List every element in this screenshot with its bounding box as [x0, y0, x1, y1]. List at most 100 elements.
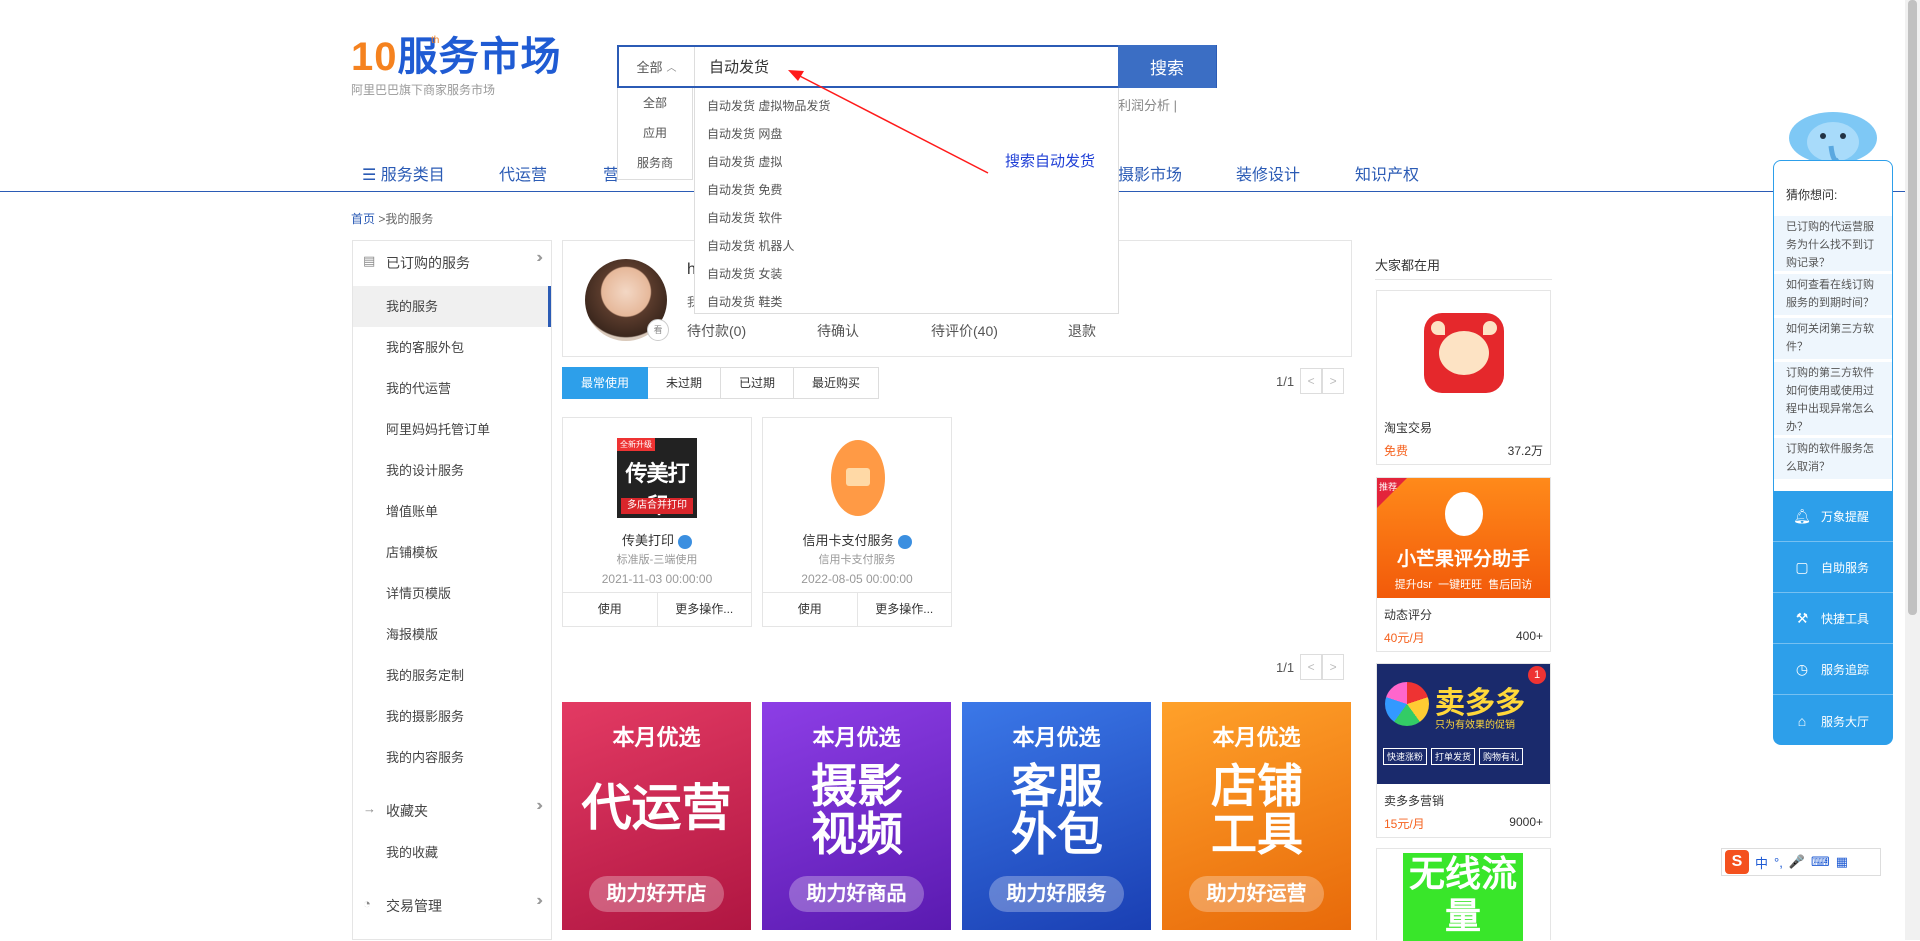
pager-prev-button[interactable]: < [1300, 368, 1323, 394]
promo-main: 店铺工具 [1211, 760, 1303, 861]
category-option[interactable]: 全部 [618, 88, 692, 118]
promo-banner[interactable]: 本月优选 代运营 助力好开店 [562, 702, 751, 930]
nav-item[interactable]: 摄影市场 [1118, 161, 1182, 185]
pager-next-button[interactable]: > [1322, 654, 1345, 680]
sidebar-item[interactable]: 我的代运营 [353, 368, 551, 409]
suggestion-item[interactable]: 自动发货 鞋类 [695, 288, 1118, 316]
banner-tag: 购物有礼 [1479, 748, 1524, 765]
sidebar-item[interactable]: 海报模版 [353, 614, 551, 655]
keyboard-icon[interactable]: ⌨ [1811, 854, 1830, 870]
microphone-icon[interactable]: 🎤 [1789, 854, 1805, 870]
nav-item[interactable]: 知识产权 [1355, 161, 1419, 185]
sidebar-item[interactable]: 店铺模板 [353, 532, 551, 573]
elephant-mascot-icon[interactable] [1787, 102, 1879, 164]
search-category-select[interactable]: 全部 ︿ [619, 47, 695, 86]
promo-banner[interactable]: 本月优选 客服外包 助力好服务 [962, 702, 1151, 930]
promo-main: 客服外包 [1011, 760, 1103, 861]
sogou-logo-icon[interactable]: S [1725, 850, 1749, 874]
banner-tag: 快速涨粉 [1383, 748, 1428, 765]
promo-foot: 助力好服务 [989, 876, 1124, 912]
chat-icon[interactable] [678, 534, 692, 549]
sidebar-item[interactable]: 我的设计服务 [353, 450, 551, 491]
scrollbar-thumb[interactable] [1908, 0, 1917, 615]
hot-search-links[interactable]: 利润分析 | [1118, 95, 1177, 114]
sidebar-item-my-services[interactable]: 我的服务 [353, 286, 551, 327]
stat-refund[interactable]: 退款 [1068, 321, 1096, 341]
sidebar-section-trade[interactable]: ◔ 交易管理 ›› [353, 884, 551, 924]
sidebar-section-subscribed[interactable]: ▤ 已订购的服务 ›› [353, 241, 551, 281]
punctuation-icon[interactable]: °, [1774, 855, 1783, 870]
sidebar-item[interactable]: 阿里妈妈托管订单 [353, 409, 551, 450]
faq-question[interactable]: 订购的软件服务怎么取消？ [1774, 437, 1892, 479]
use-button[interactable]: 使用 [563, 593, 658, 626]
grid-icon[interactable]: ▦ [1836, 854, 1848, 870]
avatar-badge: 看 [647, 319, 669, 341]
sidebar-item[interactable]: 增值账单 [353, 491, 551, 532]
site-logo[interactable]: 10服务市场 th 阿里巴巴旗下商家服务市场 [351, 35, 561, 107]
search-button[interactable]: 搜索 [1118, 45, 1216, 88]
category-option[interactable]: 应用 [618, 118, 692, 148]
nav-item[interactable]: 装修设计 [1236, 161, 1300, 185]
faq-question[interactable]: 如何查看在线订购服务的到期时间？ [1774, 273, 1892, 315]
sidebar-item[interactable]: 我的收藏 [353, 832, 551, 873]
service-name[interactable]: 传美打印 [622, 533, 674, 548]
stat-pending-confirm[interactable]: 待确认 [817, 321, 859, 341]
sidebar-item[interactable]: 我的客服外包 [353, 327, 551, 368]
double-chevron-icon: ›› [536, 797, 542, 814]
popular-card[interactable]: 卖多多 只为有效果的促销 快速涨粉 打单发货 购物有礼 1 卖多多营销 15元/… [1376, 663, 1551, 838]
service-date: 2022-08-05 00:00:00 [801, 572, 913, 586]
self-service-button[interactable]: ▢ 自助服务 [1773, 543, 1893, 593]
reminder-button[interactable]: 🔔︎ 万象提醒 [1773, 492, 1893, 542]
faq-panel: 猜你想问: 已订购的代运营服务为什么找不到订购记录？ 如何查看在线订购服务的到期… [1773, 160, 1893, 492]
tab-not-expired[interactable]: 未过期 [648, 367, 722, 399]
page-scrollbar[interactable] [1905, 0, 1920, 940]
service-hall-button[interactable]: ⌂ 服务大厅 [1773, 696, 1893, 746]
suggestion-item[interactable]: 自动发货 机器人 [695, 232, 1118, 260]
app-banner: 卖多多 只为有效果的促销 快速涨粉 打单发货 购物有礼 1 [1377, 664, 1550, 784]
popular-card[interactable]: 淘宝交易 免费 37.2万 [1376, 290, 1551, 465]
arrow-right-icon: → [363, 801, 376, 816]
sidebar-item[interactable]: 我的摄影服务 [353, 696, 551, 737]
faq-question[interactable]: 如何关闭第三方软件？ [1774, 317, 1892, 359]
chat-bubble-icon: ▢ [1795, 559, 1809, 575]
chat-icon[interactable] [897, 534, 912, 549]
wrench-icon: ⚒︎ [1795, 610, 1809, 626]
sidebar-section-favorites[interactable]: → 收藏夹 ›› [353, 789, 551, 829]
category-option[interactable]: 服务商 [618, 148, 692, 178]
quick-tools-button[interactable]: ⚒︎ 快捷工具 [1773, 594, 1893, 644]
sidebar-item[interactable]: 详情页模版 [353, 573, 551, 614]
ime-mode[interactable]: 中 [1755, 853, 1768, 872]
suggestion-item[interactable]: 自动发货 软件 [695, 204, 1118, 232]
nav-item[interactable]: 代运营 [499, 161, 547, 185]
nav-menu[interactable]: ☰ 服务类目 [362, 161, 445, 185]
service-name[interactable]: 信用卡支付服务 [802, 533, 893, 548]
popular-card[interactable]: 推荐 小芒果评分助手 提升dsr 一键旺旺 售后回访 动态评分 40元/月 40… [1376, 477, 1551, 652]
promo-banner[interactable]: 本月优选 店铺工具 助力好运营 [1162, 702, 1351, 930]
pager-prev-button[interactable]: < [1300, 654, 1323, 680]
ime-toolbar: S 中 °, 🎤 ⌨ ▦ [1721, 848, 1881, 876]
list-icon: ▤ [363, 253, 376, 268]
suggestion-item[interactable]: 自动发货 女装 [695, 260, 1118, 288]
faq-question[interactable]: 已订购的代运营服务为什么找不到订购记录？ [1774, 215, 1892, 271]
service-tracking-button[interactable]: ◷ 服务追踪 [1773, 645, 1893, 695]
service-card[interactable]: 全新升级 传美打印 多店合并打印 传美打印 标准版-三端使用 2021-11-0… [562, 417, 752, 627]
service-card[interactable]: 信用卡支付服务 信用卡支付服务 2022-08-05 00:00:00 使用 更… [762, 417, 952, 627]
breadcrumb-home[interactable]: 首页 [351, 212, 375, 226]
pager-next-button[interactable]: > [1322, 368, 1345, 394]
more-actions-button[interactable]: 更多操作... [858, 593, 952, 626]
more-actions-button[interactable]: 更多操作... [658, 593, 752, 626]
sidebar-item[interactable]: 我的内容服务 [353, 737, 551, 778]
sidebar-item[interactable]: 我的服务定制 [353, 655, 551, 696]
tab-recent[interactable]: 最近购买 [794, 367, 880, 399]
banner-title: 无线流量 [1403, 853, 1523, 941]
app-banner: 推荐 小芒果评分助手 提升dsr 一键旺旺 售后回访 [1377, 478, 1550, 598]
app-price: 免费 [1384, 444, 1409, 458]
stat-pending-payment[interactable]: 待付款(0) [687, 321, 746, 341]
use-button[interactable]: 使用 [763, 593, 858, 626]
tab-most-used[interactable]: 最常使用 [562, 367, 649, 399]
stat-pending-review[interactable]: 待评价(40) [931, 321, 998, 341]
promo-banner[interactable]: 本月优选 摄影视频 助力好商品 [762, 702, 951, 930]
popular-card[interactable]: 无线流量 [1376, 848, 1551, 941]
faq-question[interactable]: 订购的第三方软件如何使用或使用过程中出现异常怎么办？ [1774, 361, 1892, 435]
tab-expired[interactable]: 已过期 [721, 367, 795, 399]
